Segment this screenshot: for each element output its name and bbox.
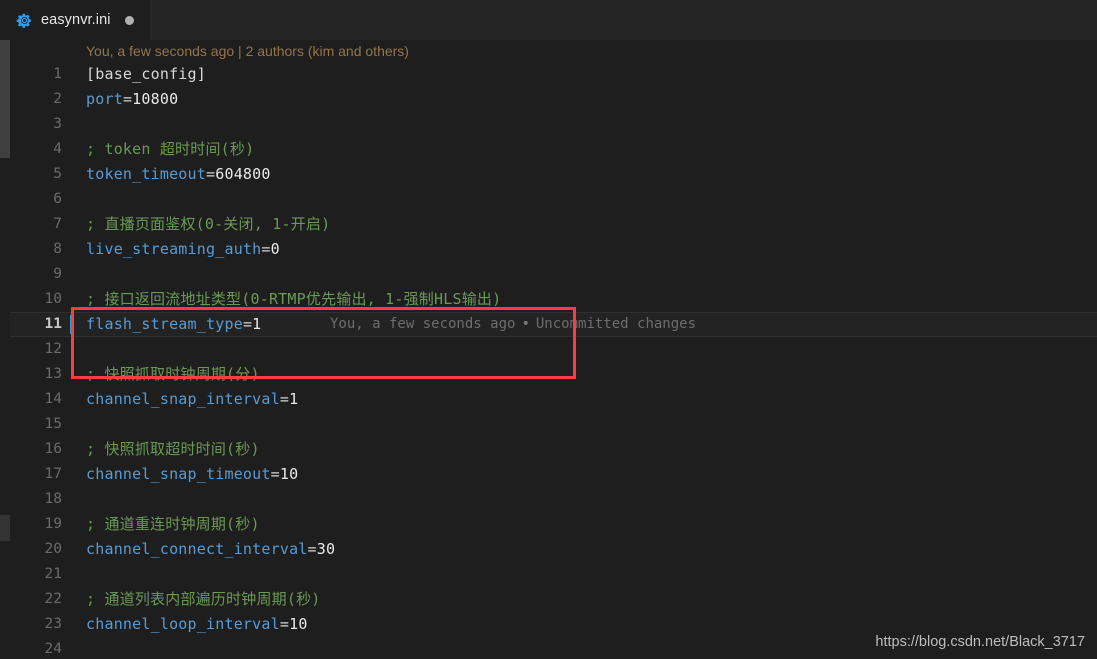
token-cmt: ; 通道列表内部遍历时钟周期(秒) [86,590,321,608]
line-text: ; token 超时时间(秒) [86,137,254,162]
code-line[interactable]: 5 token_timeout=604800 [0,162,1097,187]
line-text: channel_snap_timeout=10 [86,462,298,487]
code-line[interactable]: 6 [0,187,1097,212]
blame-message: Uncommitted changes [535,316,697,332]
token-eq: = [307,540,317,558]
token-eq: = [242,315,253,333]
watermark-url: https://blog.csdn.net/Black_3717 [875,634,1085,650]
code-line[interactable]: 22; 通道列表内部遍历时钟周期(秒) [0,587,1097,612]
blame-author-time: You, a few seconds ago [330,316,516,332]
gitlens-inline-blame: You, a few seconds ago • Uncommitted chang… [330,312,696,337]
code-line[interactable]: 7; 直播页面鉴权(0-关闭, 1-开启) [0,212,1097,237]
line-text: ; 接口返回流地址类型(0-RTMP优先输出, 1-强制HLS输出) [86,287,501,312]
token-val: 604800 [215,165,271,183]
cursor-indicator [70,315,73,334]
code-line[interactable]: 8 live_streaming_auth=0 [0,237,1097,262]
code-line[interactable]: 4; token 超时时间(秒) [0,137,1097,162]
code-line[interactable]: 2 port=10800 [0,87,1097,112]
line-text: port=10800 [86,87,178,112]
line-text: ; 快照抓取超时时间(秒) [86,437,260,462]
token-val: 10 [289,615,308,633]
token-key: port [86,90,123,108]
token-cmt: ; 接口返回流地址类型(0-RTMP优先输出, 1-强制HLS输出) [86,290,502,308]
line-text: channel_snap_interval=1 [86,387,298,412]
token-eq: = [122,90,133,108]
code-line[interactable]: 21 [0,562,1097,587]
editor-window: easynvr.ini You, a few seconds ago | 2 a… [0,0,1097,659]
unsaved-indicator [124,15,134,25]
code-line[interactable]: 1 [base_config] [0,62,1097,87]
vertical-scrollbar[interactable] [0,40,10,659]
token-key: channel_snap_timeout [86,465,271,483]
blame-separator: • [521,316,530,332]
code-line[interactable]: 18 [0,487,1097,512]
token-val: 10 [279,465,299,483]
code-line[interactable]: 11 flash_stream_type=1 You, a few seconds … [0,312,1097,337]
code-line[interactable]: 20 channel_connect_interval=30 [0,537,1097,562]
code-lines: 1 [base_config] 2 port=10800 3 4; token 超时时间(… [0,62,1097,659]
scrollbar-thumb[interactable] [0,40,10,158]
code-line[interactable]: 13; 快照抓取时钟周期(分) [0,362,1097,387]
token-eq: = [279,615,290,633]
code-line[interactable]: 17 channel_snap_timeout=10 [0,462,1097,487]
token-key: live_streaming_auth [86,240,262,258]
line-text: ; 通道重连时钟周期(秒) [86,512,260,537]
gear-icon [16,13,31,28]
token-val: 30 [316,540,336,558]
code-line[interactable]: 16; 快照抓取超时时间(秒) [0,437,1097,462]
code-line[interactable]: 19; 通道重连时钟周期(秒) [0,512,1097,537]
token-key: channel_snap_interval [86,390,280,408]
line-text: channel_loop_interval=10 [86,612,308,637]
code-line[interactable]: 14 channel_snap_interval=1 [0,387,1097,412]
token-cmt: ; 通道重连时钟周期(秒) [86,515,260,533]
token-eq: = [270,465,280,483]
line-text: channel_connect_interval=30 [86,537,335,562]
token-val: 0 [270,240,280,258]
token-cmt: ; 快照抓取时钟周期(分) [86,365,260,383]
line-text: ; 快照抓取时钟周期(分) [86,362,260,387]
token-val: 1 [289,390,299,408]
gitlens-blame-header: You, a few seconds ago | 2 authors (kim … [86,43,409,59]
tab-easynvr-ini[interactable]: easynvr.ini [0,0,150,40]
line-text: ; 直播页面鉴权(0-关闭, 1-开启) [86,212,330,237]
code-line[interactable]: 10; 接口返回流地址类型(0-RTMP优先输出, 1-强制HLS输出) [0,287,1097,312]
token-cmt: ; 快照抓取超时时间(秒) [86,440,260,458]
code-line[interactable]: 9 [0,262,1097,287]
line-text: [base_config] [86,62,206,87]
code-line[interactable]: 12 [0,337,1097,362]
token-eq: = [261,240,271,258]
code-line[interactable]: 3 [0,112,1097,137]
line-text: ; 通道列表内部遍历时钟周期(秒) [86,587,321,612]
token-key: channel_connect_interval [86,540,308,558]
token-cmt: ; 直播页面鉴权(0-关闭, 1-开启) [86,215,331,233]
token-key: token_timeout [86,165,206,183]
tab-bar: easynvr.ini [0,0,1097,40]
tab-bar-empty-area [150,0,1097,40]
token-sec: [base_config] [86,65,206,83]
token-eq: = [206,165,216,183]
token-val: 1 [252,315,262,333]
code-editor[interactable]: You, a few seconds ago | 2 authors (kim … [0,40,1097,659]
token-cmt: ; token 超时时间(秒) [86,140,255,158]
token-val: 10800 [132,90,179,108]
line-text: token_timeout=604800 [86,162,271,187]
scrollbar-marker [0,515,10,541]
token-eq: = [279,390,290,408]
line-text: flash_stream_type=1 [86,312,261,337]
token-key: channel_loop_interval [86,615,280,633]
tab-label: easynvr.ini [41,12,111,28]
code-line[interactable]: 15 [0,412,1097,437]
line-text: live_streaming_auth=0 [86,237,280,262]
token-key: flash_stream_type [86,315,243,333]
